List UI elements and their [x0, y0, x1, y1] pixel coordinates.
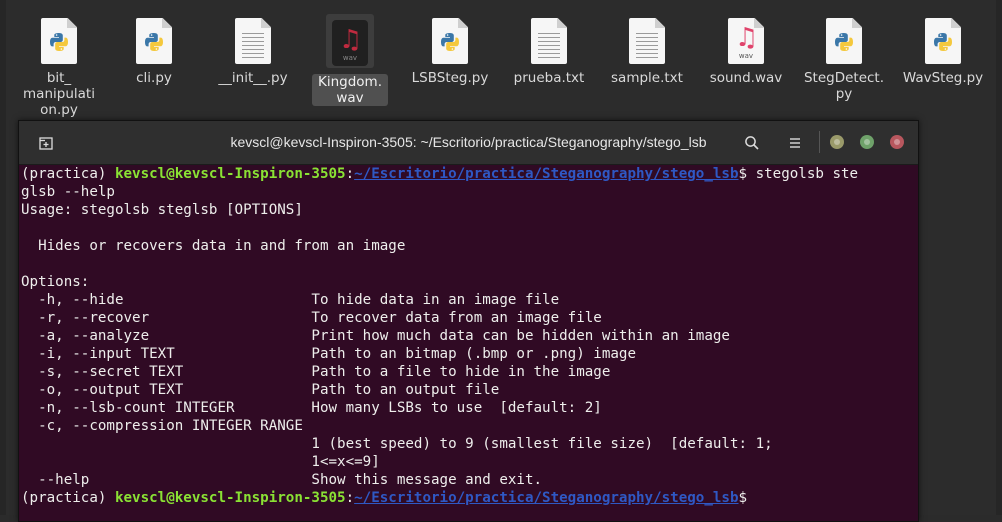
desktop-file-label: bit_ manipulati on.py [23, 70, 95, 118]
desktop-file--init-py[interactable]: __init__.py [207, 14, 299, 86]
menu-button[interactable] [784, 132, 806, 154]
output-line: 1<=x<=9] [21, 454, 380, 470]
terminal-titlebar[interactable]: kevscl@kevscl-Inspiron-3505: ~/Escritori… [19, 121, 918, 165]
titlebar-separator [819, 131, 820, 153]
desktop-file-label: Kingdom. wav [312, 74, 388, 106]
text-file-icon [531, 18, 567, 64]
prompt-colon: : [345, 166, 355, 182]
output-line: -r, --recover To recover data from an im… [21, 310, 602, 326]
prompt-line-current: (practica) kevscl@kevscl-Inspiron-3505:~… [21, 489, 918, 507]
audio-file-icon: ♫ wav [332, 20, 368, 66]
wav-tag: wav [342, 54, 358, 62]
desktop-file-cli-py[interactable]: cli.py [108, 14, 200, 86]
close-button[interactable] [890, 135, 904, 149]
desktop-file-kingdom-wav[interactable]: ♫ wav Kingdom. wav [304, 14, 396, 106]
desktop-file-label: LSBSteg.py [411, 70, 489, 86]
desktop-file-label: __init__.py [218, 70, 288, 86]
desktop-file-prueba-txt[interactable]: prueba.txt [503, 14, 595, 86]
terminal-output[interactable]: (practica) kevscl@kevscl-Inspiron-3505:~… [19, 165, 918, 521]
text-lines-icon [538, 33, 560, 61]
output-line: -s, --secret TEXT Path to a file to hide… [21, 364, 611, 380]
output-line: -c, --compression INTEGER RANGE [21, 418, 303, 434]
python-logo-icon [835, 33, 853, 51]
output-line: -n, --lsb-count INTEGER How many LSBs to… [21, 400, 602, 416]
python-file-icon [41, 18, 77, 64]
desktop-icon-row: bit_ manipulati on.py cli.py __init__.py ♫ w… [0, 0, 1002, 120]
python-file-icon [136, 18, 172, 64]
output-line: 1 (best speed) to 9 (smallest file size)… [21, 436, 773, 452]
prompt-line: (practica) kevscl@kevscl-Inspiron-3505:~… [21, 165, 918, 183]
command-wrap-line: glsb --help [21, 184, 115, 200]
command-output: Usage: stegolsb steglsb [OPTIONS] Hides … [21, 201, 918, 489]
output-line: -a, --analyze Print how much data can be… [21, 328, 730, 344]
python-logo-icon [441, 33, 459, 51]
terminal-window[interactable]: kevscl@kevscl-Inspiron-3505: ~/Escritori… [18, 120, 919, 522]
desktop-file-lsbsteg-py[interactable]: LSBSteg.py [404, 14, 496, 86]
output-line: -o, --output TEXT Path to an output file [21, 382, 500, 398]
desktop-file-wavsteg-py[interactable]: WavSteg.py [897, 14, 989, 86]
file-icon-wrap [798, 18, 890, 64]
search-button[interactable] [741, 132, 763, 154]
output-line: Options: [21, 274, 90, 290]
maximize-button[interactable] [860, 135, 874, 149]
desktop-file-label: WavSteg.py [902, 70, 984, 86]
search-icon [745, 136, 759, 150]
prompt-dollar: $ [738, 166, 748, 182]
hamburger-menu-icon [790, 138, 800, 148]
minimize-button[interactable] [830, 135, 844, 149]
file-icon-wrap [503, 18, 595, 64]
python-file-icon [925, 18, 961, 64]
desktop-file-label: sound.wav [709, 70, 783, 86]
file-icon-wrap: ♫ wav [700, 18, 792, 64]
output-line: -h, --hide To hide data in an image file [21, 292, 560, 308]
prompt-dollar: $ [738, 490, 748, 506]
prompt-env: (practica) [21, 166, 115, 182]
prompt-user: kevscl@kevscl-Inspiron-3505 [114, 166, 346, 182]
prompt-env: (practica) [21, 490, 115, 506]
file-icon-wrap: ♫ wav [326, 14, 374, 68]
desktop-file-label: cli.py [136, 70, 172, 86]
prompt-colon: : [345, 490, 355, 506]
desktop-file-label: prueba.txt [513, 70, 585, 86]
desktop-file-bit-manipulation-py[interactable]: bit_ manipulati on.py [13, 14, 105, 118]
desktop-file-label: StegDetect. py [803, 70, 885, 102]
prompt-user: kevscl@kevscl-Inspiron-3505 [114, 490, 346, 506]
file-icon-wrap [897, 18, 989, 64]
text-file-icon [235, 18, 271, 64]
python-logo-icon [145, 33, 163, 51]
command-text: stegolsb ste [747, 166, 859, 182]
prompt-path: ~/Escritorio/practica/Steganography/steg… [354, 166, 739, 182]
desktop: bit_ manipulati on.py cli.py __init__.py ♫ w… [0, 0, 1002, 522]
music-note-icon: ♫ [735, 23, 759, 53]
text-file-icon [629, 18, 665, 64]
desktop-file-stegdetect-py[interactable]: StegDetect. py [798, 14, 890, 102]
text-lines-icon [636, 33, 658, 61]
python-file-icon [826, 18, 862, 64]
file-icon-wrap [108, 18, 200, 64]
audio-file-icon: ♫ wav [728, 18, 764, 64]
file-icon-wrap [13, 18, 105, 64]
output-line: -i, --input TEXT Path to an bitmap (.bmp… [21, 346, 636, 362]
output-line: Usage: stegolsb steglsb [OPTIONS] [21, 202, 303, 218]
terminal-text: (practica) kevscl@kevscl-Inspiron-3505:~… [21, 165, 918, 507]
file-icon-wrap [601, 18, 693, 64]
file-icon-wrap [404, 18, 496, 64]
output-line: Hides or recovers data in and from an im… [21, 238, 406, 254]
desktop-file-label: sample.txt [611, 70, 683, 86]
python-logo-icon [934, 33, 952, 51]
python-logo-icon [50, 33, 68, 51]
text-lines-icon [242, 33, 264, 61]
desktop-file-sample-txt[interactable]: sample.txt [601, 14, 693, 86]
music-note-icon: ♫ [339, 25, 363, 55]
prompt-path: ~/Escritorio/practica/Steganography/steg… [354, 490, 739, 506]
file-icon-wrap [207, 18, 299, 64]
desktop-file-sound-wav[interactable]: ♫ wav sound.wav [700, 14, 792, 86]
python-file-icon [432, 18, 468, 64]
wav-tag: wav [738, 52, 754, 60]
output-line: --help Show this message and exit. [21, 472, 543, 488]
